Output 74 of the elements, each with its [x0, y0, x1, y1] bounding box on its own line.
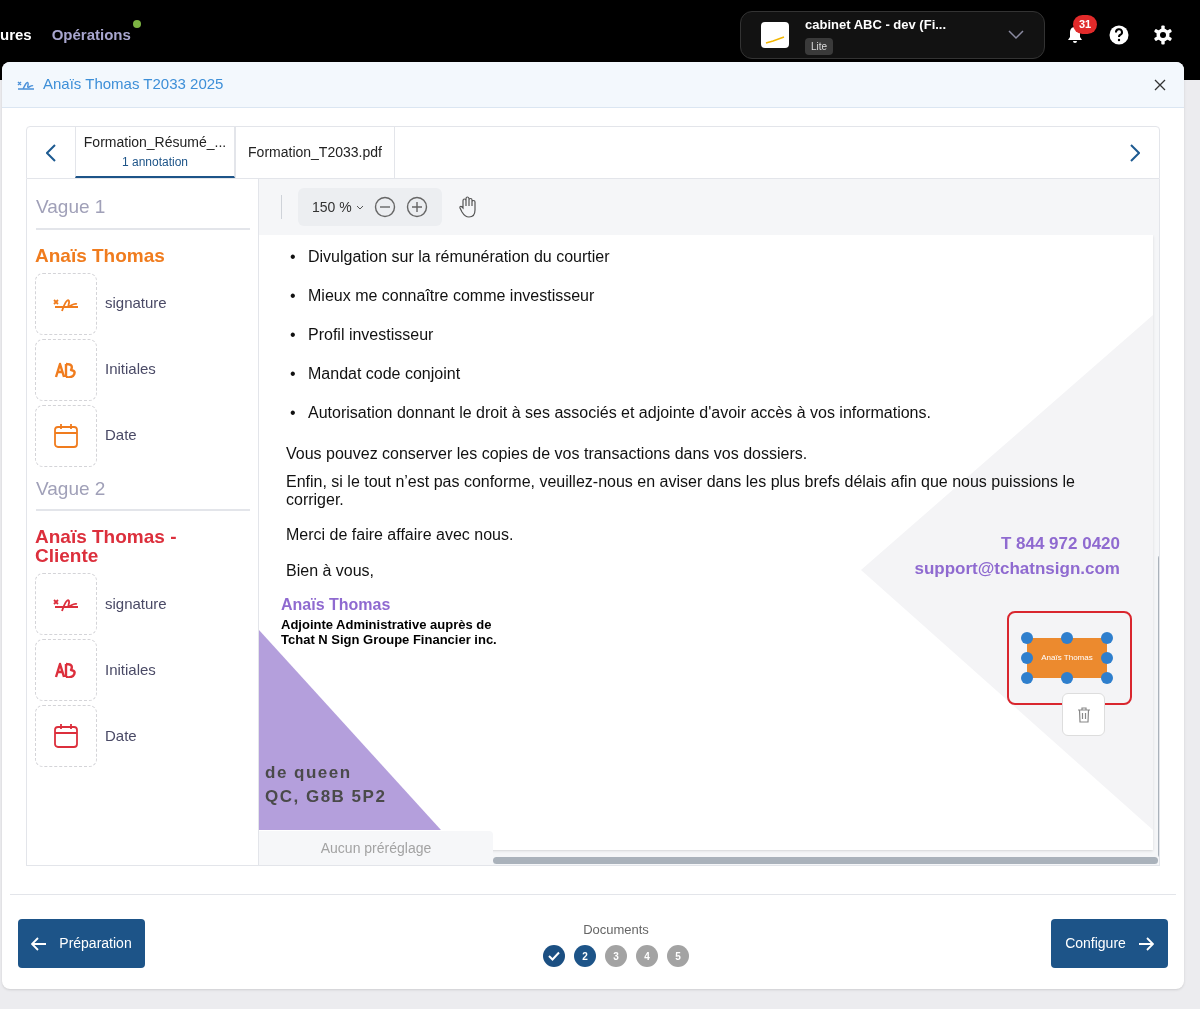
document-tab[interactable]: Formation_Résumé_... 1 annotation — [75, 127, 235, 178]
field-label: Date — [105, 425, 137, 446]
help-icon[interactable] — [1109, 25, 1129, 45]
step-indicator[interactable]: 2 — [574, 945, 596, 968]
field-tile[interactable] — [35, 573, 97, 635]
chevron-right-icon — [1130, 143, 1140, 162]
bullet-marker: • — [290, 403, 297, 423]
paragraph: Enfin, si le tout n’est pas conforme, veuillez-nous en aviser dans les plus brefs délais afin que nous puissions le corriger. — [286, 473, 1076, 509]
field-tile[interactable] — [35, 639, 97, 701]
nav-link[interactable]: Opérations — [51, 23, 131, 47]
field-label: signature — [105, 593, 167, 614]
settings-icon[interactable] — [1153, 25, 1173, 45]
bullet-item: Mandat code conjoint — [308, 364, 461, 384]
signer-name: Anaïs Thomas — [35, 245, 166, 265]
bullet-item: Mieux me connaître comme investisseur — [308, 286, 595, 306]
initials-icon — [54, 662, 78, 678]
logo-icon — [761, 22, 789, 48]
field-label: Initiales — [105, 359, 156, 380]
account-selector[interactable]: cabinet ABC - dev (Fi... Lite — [740, 11, 1045, 59]
field-label: Date — [105, 725, 137, 746]
bullet-item: Profil investisseur — [308, 325, 434, 345]
field-label: Initiales — [105, 659, 156, 680]
field-label: signature — [105, 293, 167, 314]
chevron-left-icon — [46, 143, 56, 162]
field-tile[interactable] — [35, 272, 97, 335]
hand-icon[interactable] — [457, 196, 478, 218]
field-tile[interactable] — [35, 705, 97, 767]
check-icon — [548, 951, 560, 962]
address-text: de queen — [265, 762, 353, 784]
zoom-in-icon[interactable] — [405, 196, 428, 218]
configure-button[interactable]: Configure — [1051, 919, 1168, 968]
notification-count: 31 — [1073, 15, 1098, 34]
nav-link[interactable]: ures — [0, 23, 32, 47]
initials-icon — [54, 361, 78, 378]
chevron-down-icon — [1008, 30, 1024, 40]
paragraph: Bien à vous, — [286, 561, 376, 581]
bullet-marker: • — [290, 247, 297, 267]
step-indicator[interactable] — [543, 945, 565, 968]
bullet-marker: • — [290, 364, 297, 384]
paragraph: Vous pouvez conserver les copies de vos transactions dans vos dossiers. — [286, 445, 809, 463]
plan-badge: Lite — [805, 38, 834, 56]
horizontal-scrollbar[interactable] — [493, 857, 1158, 864]
zoom-out-icon[interactable] — [373, 196, 396, 218]
arrow-right-icon — [1137, 936, 1154, 951]
annotation-label: Anaïs Thomas — [1041, 652, 1093, 664]
calendar-icon — [53, 422, 79, 449]
steps-label: Documents — [583, 920, 649, 939]
contact-text: support@tchatnsign.com — [914, 558, 1120, 580]
document-tab[interactable]: Formation_T2033.pdf — [235, 127, 395, 178]
calendar-icon — [53, 723, 79, 749]
field-tile[interactable] — [35, 404, 97, 467]
zoom-dropdown[interactable]: 150 % — [312, 196, 364, 218]
bullet-marker: • — [290, 325, 297, 345]
signer-title: Adjointe Administrative auprès de — [281, 617, 493, 632]
signer-name: Anaïs Thomas - Cliente — [35, 527, 178, 565]
wave-title: Vague 2 — [36, 474, 250, 511]
signer-name: Anaïs Thomas — [281, 595, 392, 615]
preparation-button[interactable]: Préparation — [18, 919, 145, 968]
signer-title: Tchat N Sign Groupe Financier inc. — [281, 632, 498, 647]
dialog-title: Anaïs Thomas T2033 2025 — [43, 74, 225, 95]
chevron-down-icon — [355, 204, 364, 210]
delete-button[interactable] — [1062, 693, 1105, 736]
bullet-marker: • — [290, 286, 297, 306]
account-name: cabinet ABC - dev (Fi... — [805, 15, 948, 34]
trash-icon — [1076, 706, 1091, 723]
close-icon[interactable] — [1154, 78, 1166, 91]
arrow-left-icon — [31, 936, 48, 951]
bullet-item: Divulgation sur la rémunération du courtier — [308, 247, 610, 267]
bullet-item: Autorisation donnant le droit à ses associés et adjointe d'avoir accès à vos informations. — [308, 403, 931, 423]
wave-title: Vague 1 — [36, 193, 250, 230]
contact-text: T 844 972 0420 — [1000, 533, 1120, 555]
field-tile[interactable] — [35, 338, 97, 401]
paragraph: Merci de faire affaire avec nous. — [286, 525, 515, 545]
address-text: QC, G8B 5P2 — [265, 786, 387, 808]
